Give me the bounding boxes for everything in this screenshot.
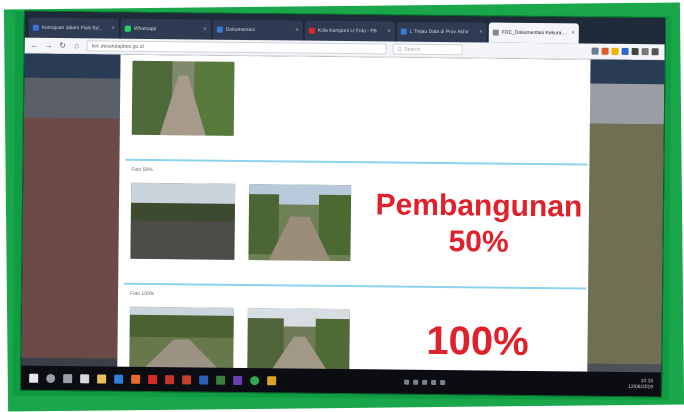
tab-title: FDC_Dokumentasi Kekurangan bbox=[501, 29, 569, 37]
url-text: kec.desarutapbee.go.id bbox=[91, 42, 144, 50]
progress-title: Pembangunan bbox=[375, 188, 583, 224]
firefox-icon[interactable] bbox=[131, 374, 141, 384]
url-bar[interactable]: kec.desarutapbee.go.id bbox=[86, 40, 387, 55]
section-divider bbox=[125, 158, 588, 166]
edge-icon[interactable] bbox=[114, 374, 124, 384]
background-right bbox=[585, 59, 665, 375]
extension-icon[interactable] bbox=[621, 47, 629, 55]
road-photo[interactable] bbox=[129, 306, 234, 370]
tab-favicon-icon bbox=[308, 27, 315, 34]
progress-label-50: Pembangunan 50% bbox=[373, 188, 584, 259]
search-icon[interactable] bbox=[46, 373, 56, 383]
tray-icon[interactable] bbox=[404, 379, 410, 385]
browser-tab-active[interactable]: FDC_Dokumentasi Kekurangan × bbox=[488, 22, 579, 44]
browser-tab[interactable]: Dokumentasi × bbox=[212, 19, 303, 41]
menu-icon[interactable] bbox=[651, 48, 659, 56]
road-photo[interactable] bbox=[248, 184, 352, 262]
app-icon[interactable] bbox=[216, 375, 226, 385]
extension-icon[interactable] bbox=[601, 47, 609, 55]
word-icon[interactable] bbox=[199, 375, 209, 385]
app-icon[interactable] bbox=[80, 373, 90, 383]
acrobat-icon[interactable] bbox=[148, 374, 158, 384]
road-photo[interactable] bbox=[247, 308, 350, 372]
tab-favicon-icon bbox=[400, 28, 407, 35]
close-icon[interactable]: × bbox=[387, 28, 391, 34]
close-icon[interactable]: × bbox=[295, 27, 299, 33]
tab-favicon-icon bbox=[216, 26, 223, 33]
content-panel: Foto 50% Pembangunan 50% Foto 100% 100% bbox=[117, 54, 591, 374]
folder-icon[interactable] bbox=[97, 373, 107, 384]
extension-icon[interactable] bbox=[611, 47, 619, 55]
progress-value: 50% bbox=[448, 224, 509, 259]
browser-tab[interactable]: Whatsapp × bbox=[120, 18, 211, 40]
forward-icon[interactable]: → bbox=[45, 41, 53, 50]
section-divider bbox=[124, 282, 587, 290]
app-icon[interactable] bbox=[165, 374, 175, 384]
tray-icon[interactable] bbox=[422, 379, 428, 385]
close-icon[interactable]: × bbox=[571, 30, 575, 36]
extension-icon[interactable] bbox=[631, 48, 639, 56]
background-left bbox=[21, 53, 121, 369]
back-icon[interactable]: ← bbox=[31, 41, 39, 50]
reload-icon[interactable]: ↻ bbox=[59, 41, 67, 50]
browser-tab[interactable]: Kemajuan dalam Fisik Bd... × bbox=[28, 17, 119, 39]
tray-icon[interactable] bbox=[413, 379, 419, 385]
download-icon[interactable] bbox=[591, 47, 599, 55]
screen: Kemajuan dalam Fisik Bd... × Whatsapp × … bbox=[20, 10, 666, 398]
app-icon[interactable] bbox=[233, 375, 243, 385]
tab-title: Kola Kamponi Lt Foto - FB bbox=[317, 27, 377, 35]
road-photo[interactable] bbox=[130, 182, 236, 260]
tab-title: Whatsapp bbox=[133, 25, 157, 33]
close-icon[interactable]: × bbox=[111, 26, 115, 32]
system-tray bbox=[404, 379, 446, 385]
road-photo[interactable] bbox=[131, 60, 235, 136]
tab-title: Dokumentasi bbox=[225, 26, 256, 34]
start-icon[interactable] bbox=[29, 373, 39, 383]
progress-label-100: 100% bbox=[426, 318, 529, 364]
close-icon[interactable]: × bbox=[479, 29, 483, 35]
tray-icon[interactable] bbox=[431, 379, 437, 385]
browser-tab[interactable]: Kola Kamponi Lt Foto - FB × bbox=[304, 20, 395, 42]
search-input[interactable]: Q. Search bbox=[392, 43, 463, 56]
search-placeholder: Q. Search bbox=[397, 46, 421, 53]
app-icon[interactable] bbox=[182, 374, 192, 384]
task-view-icon[interactable] bbox=[63, 373, 73, 383]
tab-favicon-icon bbox=[32, 24, 39, 31]
tab-title: Kemajuan dalam Fisik Bd... bbox=[41, 24, 103, 32]
section-label: Foto 50% bbox=[131, 166, 153, 174]
browser-tab[interactable]: L Tinjau Data di Prov Akhir × bbox=[396, 21, 487, 43]
clock-date: 12/06/2019 bbox=[628, 383, 654, 391]
tab-title: L Tinjau Data di Prov Akhir bbox=[409, 28, 469, 36]
close-icon[interactable]: × bbox=[203, 27, 207, 33]
page-viewport: Foto 50% Pembangunan 50% Foto 100% 100% bbox=[21, 53, 665, 375]
tray-icon[interactable] bbox=[440, 379, 446, 385]
taskbar-clock[interactable]: 10:15 12/06/2019 bbox=[628, 378, 653, 390]
toolbar-icons bbox=[591, 47, 659, 56]
tab-favicon-icon bbox=[492, 29, 499, 36]
chrome-icon[interactable] bbox=[250, 375, 260, 385]
home-icon[interactable]: ⌂ bbox=[73, 41, 81, 50]
app-icon[interactable] bbox=[267, 375, 277, 385]
tab-favicon-icon bbox=[124, 25, 131, 32]
section-label: Foto 100% bbox=[130, 290, 155, 298]
extension-icon[interactable] bbox=[641, 48, 649, 56]
